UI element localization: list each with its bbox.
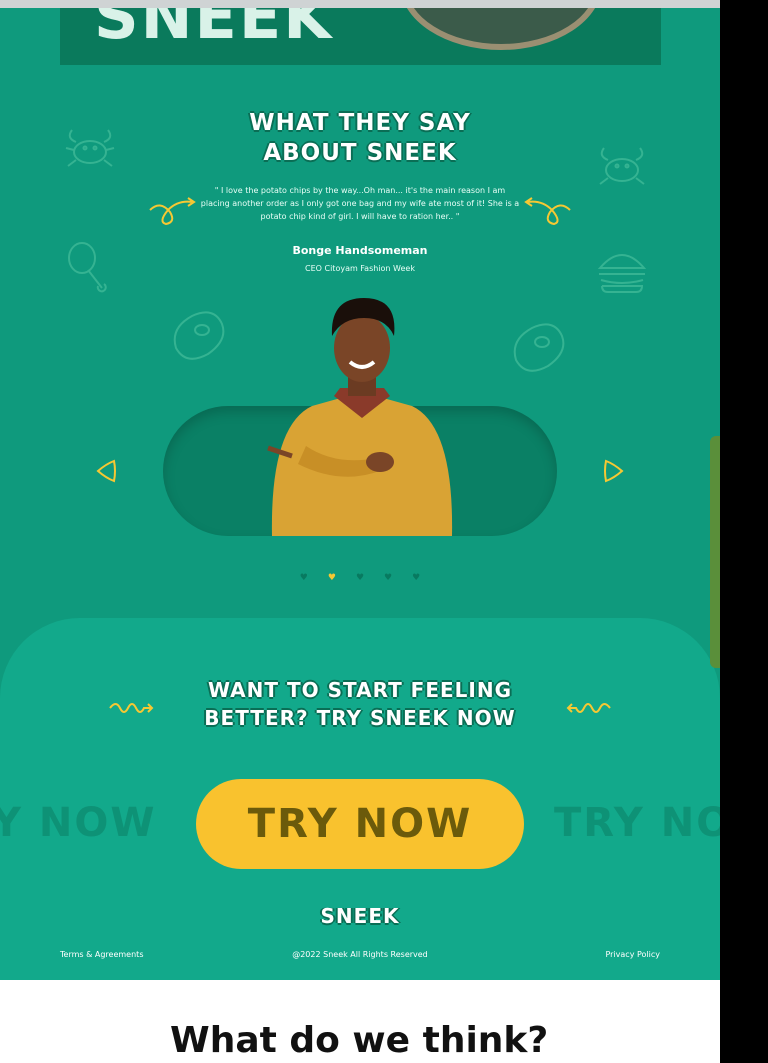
hero-image: SNEEK [60, 8, 661, 65]
swirl-arrow-icon [524, 196, 572, 226]
hero-logo: SNEEK [94, 8, 334, 53]
steak-icon [168, 308, 228, 364]
cta-title-line1: WANT TO START FEELING [208, 678, 512, 702]
testimonial-author: Bonge Handsomeman [292, 244, 428, 257]
swirl-arrow-icon [148, 196, 196, 226]
next-section-heading: What do we think? [170, 1020, 549, 1061]
testimonial-quote: " I love the potato chips by the way...O… [200, 186, 520, 221]
carousel-next-button[interactable] [602, 458, 626, 488]
arrow-left-icon [96, 459, 116, 483]
browser-top-bar [0, 0, 720, 8]
try-now-button[interactable]: TRY NOW [196, 779, 524, 869]
cta-title-line2: BETTER? TRY SNEEK NOW [204, 706, 516, 730]
carousel-dot-5[interactable]: ♥ [412, 573, 420, 583]
testimonial-title-line2: ABOUT SNEEK [263, 140, 457, 166]
hero-plate [400, 8, 602, 50]
testimonial-photo [262, 296, 462, 536]
ghost-text-left: Y NOW [0, 800, 157, 846]
footer-logo: SNEEK [320, 904, 400, 928]
carousel-dot-4[interactable]: ♥ [384, 573, 392, 583]
privacy-link[interactable]: Privacy Policy [605, 950, 660, 959]
testimonial-title-line1: WHAT THEY SAY [249, 110, 471, 136]
page: SNEEK WHAT THEY SAY ABOUT SNEEK " I love… [0, 0, 720, 1063]
steak-icon [508, 320, 568, 376]
testimonial-section: SNEEK WHAT THEY SAY ABOUT SNEEK " I love… [0, 8, 720, 980]
testimonial-title: WHAT THEY SAY ABOUT SNEEK [0, 108, 720, 168]
carousel-dot-3[interactable]: ♥ [356, 573, 364, 583]
ghost-text-right: TRY NO [554, 800, 720, 846]
carousel-dot-1[interactable]: ♥ [300, 573, 308, 583]
cta-section: WANT TO START FEELING BETTER? TRY SNEEK … [0, 618, 720, 980]
cta-title: WANT TO START FEELING BETTER? TRY SNEEK … [0, 676, 720, 732]
carousel-prev-button[interactable] [94, 458, 118, 488]
carousel-dots: ♥ ♥ ♥ ♥ ♥ [0, 565, 720, 584]
carousel-dot-2[interactable]: ♥ [328, 573, 336, 583]
testimonial-role: CEO Citoyam Fashion Week [305, 264, 415, 273]
scrollbar-thumb[interactable] [710, 436, 720, 668]
arrow-right-icon [604, 459, 624, 483]
